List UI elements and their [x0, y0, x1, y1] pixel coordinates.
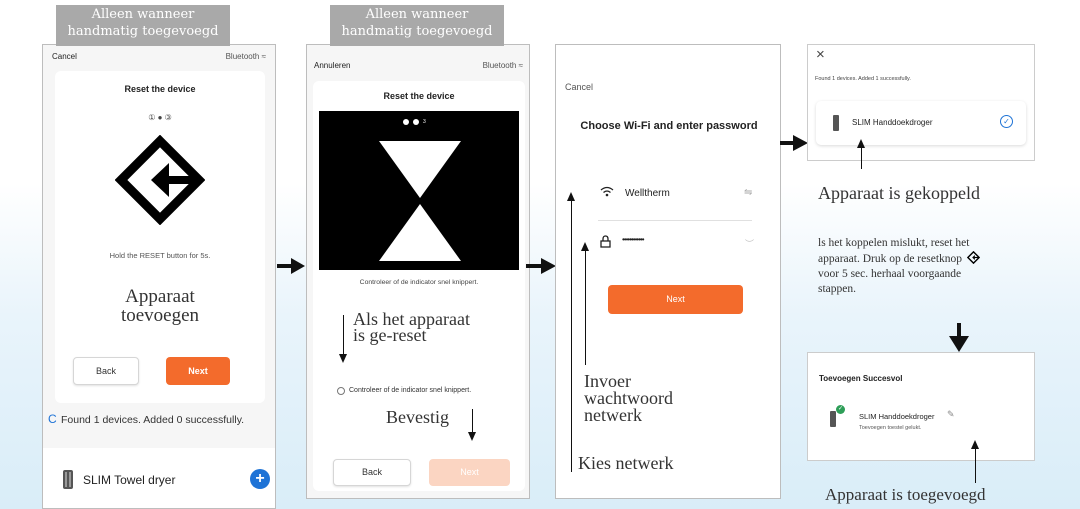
arrow-up-icon [581, 242, 589, 251]
tag-manual-only-1: Alleen wanneer handmatig toegevoegd [56, 5, 230, 46]
hourglass-icon [379, 141, 461, 261]
next-button[interactable]: Next [166, 357, 230, 385]
device-row[interactable]: SLIM Handdoekdroger ✓ [816, 101, 1026, 145]
screen-device-linked: × Found 1 devices. Added 1 successfully.… [807, 44, 1035, 161]
screen-choose-wifi: Cancel Choose Wi-Fi and enter password W… [555, 44, 781, 499]
device-name: SLIM Handdoekdroger [852, 118, 933, 127]
towel-dryer-icon [63, 470, 73, 489]
annotation-line [472, 409, 473, 433]
found-text: Found 1 devices. Added 1 successfully. [815, 76, 911, 82]
wifi-icon [600, 186, 614, 197]
reset-card: Reset the device ① ● ③ Hold the RESET bu… [55, 71, 265, 403]
screen-reset-confirm: Annuleren Bluetooth ≈ Reset the device 3… [306, 44, 530, 499]
reset-button-icon [115, 135, 205, 225]
step-dots: 3 [403, 119, 426, 127]
cancel-link[interactable]: Cancel [565, 82, 593, 92]
reset-button-icon [966, 250, 981, 265]
annotation-line [975, 447, 976, 483]
flow-arrow-icon [780, 135, 808, 151]
step-indicator: ① ● ③ [148, 113, 172, 122]
close-icon[interactable]: × [816, 46, 825, 63]
annotation-line [343, 315, 344, 355]
card-title: Reset the device [383, 91, 455, 101]
flow-arrow-icon [277, 258, 305, 274]
annotation-line [861, 146, 862, 169]
annotation-added: Apparaat is toegevoegd [825, 485, 986, 504]
arrow-up-icon [971, 440, 979, 449]
step-dot-icon [403, 119, 409, 125]
bluetooth-label[interactable]: Bluetooth ≈ [483, 61, 523, 70]
back-button[interactable]: Back [333, 459, 411, 486]
tag-manual-only-2: Alleen wanneer handmatig toegevoegd [330, 5, 504, 46]
indicator-caption: Controleer of de indicator snel knippert… [359, 279, 479, 286]
card-title: Reset the device [124, 84, 196, 94]
screen-added-success: Toevoegen Succesvol ✓ SLIM Handdoekdroge… [807, 352, 1035, 461]
flow-arrow-icon [526, 258, 556, 274]
annotation-line [571, 200, 572, 472]
back-button[interactable]: Back [73, 357, 139, 385]
failure-note: ls het koppelen mislukt, reset het appar… [818, 236, 981, 297]
hold-hint: Hold the RESET button for 5s. [109, 251, 211, 260]
annotation-linked: Apparaat is gekoppeld [818, 183, 980, 203]
device-row[interactable]: SLIM Towel dryer + [43, 448, 275, 508]
device-name: SLIM Towel dryer [83, 473, 176, 487]
cancel-link[interactable]: Cancel [52, 52, 77, 61]
annotation-reset: Als het apparaat is ge-reset [353, 309, 470, 345]
divider [598, 220, 752, 221]
next-button[interactable]: Next [608, 285, 743, 314]
annotation-bevestig: Bevestig [386, 407, 449, 427]
checkmark-icon: ✓ [1000, 115, 1013, 128]
annotation-line [585, 250, 586, 365]
success-subtext: Toevoegen toestel gelukt. [859, 425, 922, 431]
edit-icon[interactable]: ✎ [947, 409, 955, 420]
found-status: C Found 1 devices. Added 0 successfully. [43, 404, 275, 448]
towel-dryer-icon [833, 115, 839, 131]
confirm-radio-label[interactable]: Controleer of de indicator snel knippert… [349, 387, 471, 394]
towel-dryer-icon [830, 411, 836, 427]
confirm-radio[interactable] [337, 387, 345, 395]
arrow-down-icon [468, 432, 476, 441]
step-dot-icon [413, 119, 419, 125]
refresh-icon: C [48, 412, 57, 426]
add-device-button[interactable]: + [250, 469, 270, 489]
bluetooth-label[interactable]: Bluetooth ≈ [226, 52, 266, 61]
reset-card: Reset the device 3 Controleer of de indi… [313, 81, 525, 491]
annotation-password: Invoer wachtwoord netwerk [584, 371, 673, 425]
device-name: SLIM Handdoekdroger [859, 412, 935, 421]
lock-icon [600, 235, 611, 248]
annotation-apparaat-toevoegen: Apparaat toevoegen [120, 286, 200, 326]
page-title: Choose Wi-Fi and enter password [580, 120, 758, 132]
flow-arrow-down-icon [949, 336, 969, 352]
arrow-up-icon [567, 192, 575, 201]
screen-reset-device: Cancel Bluetooth ≈ Reset the device ① ● … [42, 44, 276, 509]
annotation-network: Kies netwerk [578, 453, 674, 473]
check-badge-icon: ✓ [836, 405, 845, 414]
success-title: Toevoegen Succesvol [819, 374, 903, 383]
found-text: Found 1 devices. Added 0 successfully. [61, 414, 245, 426]
wifi-ssid-field[interactable]: Welltherm [625, 188, 670, 199]
cancel-link[interactable]: Annuleren [314, 61, 350, 70]
next-button-disabled[interactable]: Next [429, 459, 510, 486]
switch-network-icon[interactable]: ⇋ [744, 187, 752, 198]
arrow-down-icon [339, 354, 347, 363]
arrow-up-icon [857, 139, 865, 148]
password-field[interactable]: •••••••••••• [622, 235, 645, 244]
show-password-icon[interactable]: ︶ [745, 237, 754, 250]
indicator-video: 3 [319, 111, 519, 270]
